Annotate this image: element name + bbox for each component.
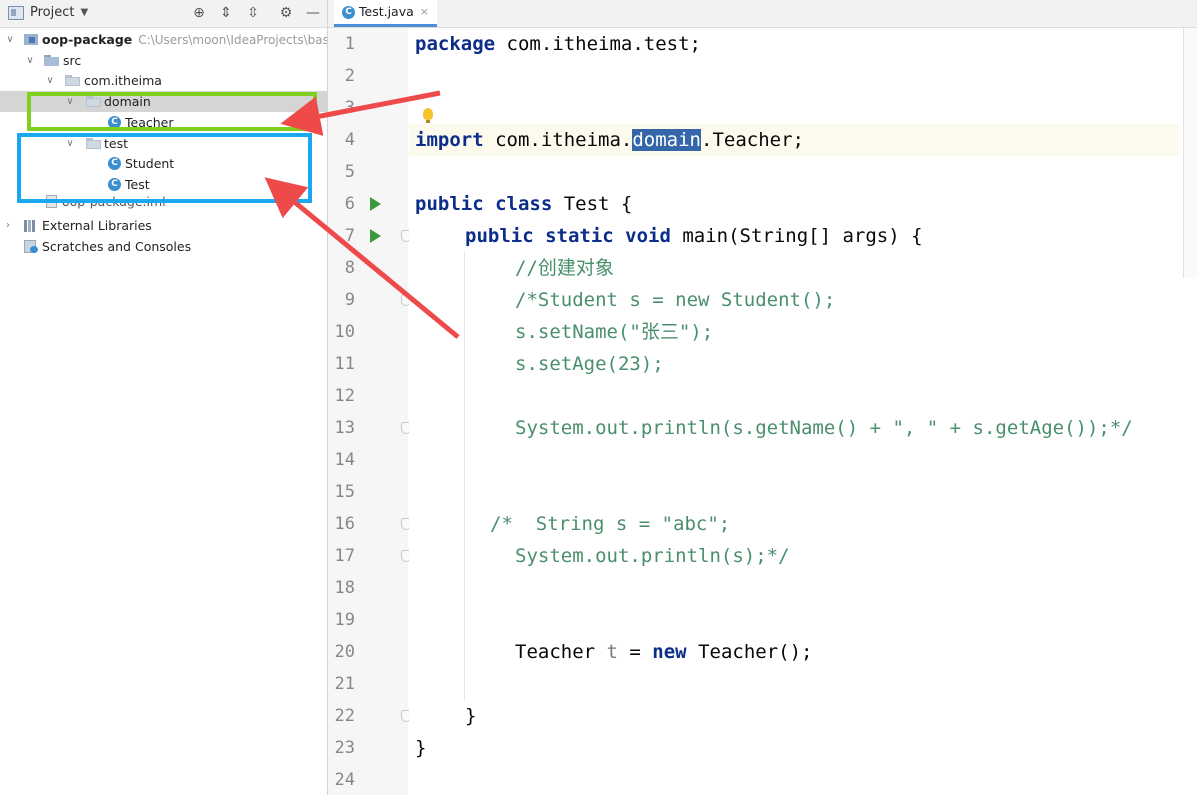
code-line-17: System.out.println(s);*/ [515, 545, 790, 567]
keyword: public class [415, 193, 553, 215]
module-name: oop-package [42, 32, 133, 47]
unused-variable: t [606, 641, 618, 663]
code-line-9: /*Student s = new Student(); [515, 289, 836, 311]
code-text: Teacher [515, 641, 607, 663]
expand-all-icon[interactable]: ⇕ [217, 4, 235, 22]
tree-label-scratches: Scratches and Consoles [42, 239, 192, 254]
code-line-23: } [415, 737, 427, 759]
chevron-down-icon[interactable]: ∨ [24, 50, 36, 71]
module-icon [24, 33, 39, 46]
editor-tab-bar: C Test.java × [328, 0, 1197, 28]
code-line-16: /* String s = "abc"; [490, 513, 731, 535]
line-number: 6 [344, 194, 355, 214]
line-number: 15 [334, 482, 355, 502]
code-editor[interactable]: package com.itheima.test; import com.ith… [409, 28, 1197, 795]
project-tool-window: Project ▼ ⊕ ⇕ ⇳ ⚙ — ∨ oop-package C:\User… [0, 0, 328, 795]
code-text: Teacher(); [686, 641, 813, 663]
line-number: 3 [344, 98, 355, 118]
line-number: 20 [334, 642, 355, 662]
line-number: 9 [344, 290, 355, 310]
module-path: C:\Users\moon\IdeaProjects\bas [138, 33, 328, 47]
code-line-8: //创建对象 [515, 257, 614, 279]
code-line-13: System.out.println(s.getName() + ", " + … [515, 417, 1133, 439]
line-number: 5 [344, 162, 355, 182]
line-number: 8 [344, 258, 355, 278]
lightbulb-icon[interactable] [423, 108, 433, 123]
project-icon [8, 5, 24, 20]
tree-label-com-itheima: com.itheima [84, 73, 162, 88]
annotation-blue-box [17, 133, 312, 203]
package-icon [65, 75, 80, 86]
line-number: 11 [334, 354, 355, 374]
line-number: 24 [334, 770, 355, 790]
tree-item-external-libraries[interactable]: › External Libraries [0, 215, 327, 236]
code-line-10: s.setName("张三"); [515, 321, 714, 343]
line-number: 23 [334, 738, 355, 758]
run-icon[interactable] [370, 229, 381, 243]
tree-item-com-itheima[interactable]: ∨ com.itheima [0, 70, 327, 91]
editor-gutter[interactable]: 1 2 3 4 5 6 7 8 9 10 11 12 13 14 15 16 17 18 19 20 21 22 23 24 [328, 28, 411, 795]
code-text: com.itheima. [483, 129, 633, 151]
folder-icon [44, 55, 59, 66]
code-text: main(String[] args) { [670, 225, 923, 247]
collapse-all-icon[interactable]: ⇳ [244, 4, 262, 22]
code-line-4: import com.itheima.domain.Teacher; [415, 124, 804, 156]
line-number: 12 [334, 386, 355, 406]
locate-icon[interactable]: ⊕ [190, 4, 208, 22]
indent-guide [464, 252, 465, 700]
code-text: .Teacher; [701, 129, 804, 151]
line-number: 14 [334, 450, 355, 470]
tree-label-external-libraries: External Libraries [42, 218, 152, 233]
tree-item-src[interactable]: ∨ src [0, 50, 327, 71]
chevron-down-icon: ▼ [80, 7, 89, 18]
line-number: 21 [334, 674, 355, 694]
line-number: 18 [334, 578, 355, 598]
project-title: Project [30, 5, 75, 20]
tree-label-module: oop-package C:\Users\moon\IdeaProjects\ba… [42, 29, 328, 51]
tree-label-src: src [63, 53, 82, 68]
line-number: 13 [334, 418, 355, 438]
code-line-11: s.setAge(23); [515, 353, 664, 375]
keyword: public static void [465, 225, 671, 247]
line-number: 10 [334, 322, 355, 342]
minimize-icon[interactable]: — [304, 4, 322, 22]
code-line-7: public static void main(String[] args) { [465, 220, 923, 252]
tab-label: Test.java [359, 4, 414, 19]
annotation-green-box [27, 92, 317, 131]
chevron-down-icon[interactable]: ∨ [44, 70, 56, 91]
tab-test-java[interactable]: C Test.java × [334, 0, 437, 27]
scratch-icon [24, 240, 38, 253]
keyword: import [415, 129, 484, 151]
line-number: 16 [334, 514, 355, 534]
line-number: 7 [344, 226, 355, 246]
project-view-selector[interactable]: Project ▼ [8, 5, 88, 20]
tree-item-oop-package[interactable]: ∨ oop-package C:\Users\moon\IdeaProjects\… [0, 29, 327, 50]
run-icon[interactable] [370, 197, 381, 211]
line-number: 22 [334, 706, 355, 726]
library-icon [24, 220, 38, 232]
close-icon[interactable]: × [420, 0, 429, 25]
gear-icon[interactable]: ⚙ [277, 4, 295, 22]
code-line-22: } [465, 705, 477, 727]
vertical-scrollbar[interactable] [1183, 28, 1197, 278]
line-number: 2 [344, 66, 355, 86]
line-number: 19 [334, 610, 355, 630]
code-text: com.itheima.test; [495, 33, 701, 55]
tree-item-scratches[interactable]: Scratches and Consoles [0, 236, 327, 257]
keyword: package [415, 33, 496, 55]
chevron-right-icon[interactable]: › [2, 215, 14, 236]
class-icon: C [342, 5, 355, 19]
keyword: new [652, 641, 687, 663]
project-header: Project ▼ ⊕ ⇕ ⇳ ⚙ — [0, 0, 327, 28]
selected-text: domain [632, 129, 701, 151]
line-number: 4 [344, 130, 355, 150]
code-text: = [617, 641, 653, 663]
chevron-down-icon[interactable]: ∨ [4, 29, 16, 50]
line-number: 1 [344, 34, 355, 54]
code-line-1: package com.itheima.test; [415, 28, 701, 60]
code-line-6: public class Test { [415, 188, 632, 220]
line-number: 17 [334, 546, 355, 566]
code-text: Test { [552, 193, 633, 215]
code-line-20: Teacher t = new Teacher(); [515, 636, 812, 668]
